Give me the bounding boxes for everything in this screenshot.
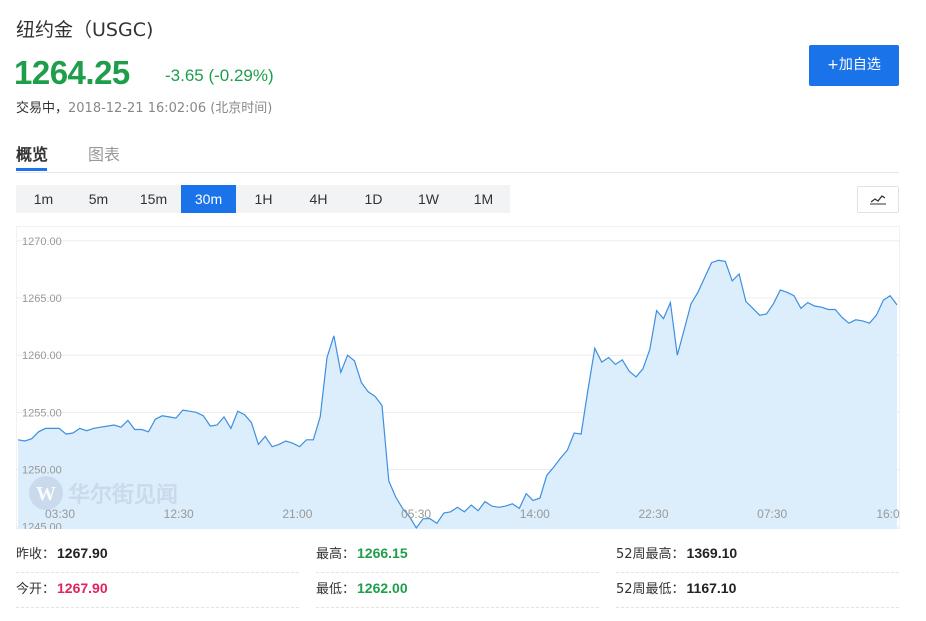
stat-value: 1369.10 [686, 545, 738, 561]
stat-label: 最高： [316, 547, 356, 562]
x-tick-label: 22:30 [638, 507, 668, 521]
stat-value: 1167.10 [686, 580, 737, 596]
stat-value: 1266.15 [357, 545, 408, 561]
period-1h[interactable]: 1H [236, 185, 291, 213]
stat-52w-low: 52周最低： 1167.10 [616, 573, 899, 608]
timestamp: 2018-12-21 16:02:06 (北京时间) [68, 101, 273, 116]
x-tick-label: 12:30 [164, 507, 194, 521]
stat-open: 今开： 1267.90 [16, 573, 299, 608]
line-chart-icon [870, 195, 886, 205]
period-1w[interactable]: 1W [401, 185, 456, 213]
x-tick-label: 05:30 [401, 507, 431, 521]
stat-label: 52周最低： [616, 582, 685, 597]
period-5m[interactable]: 5m [71, 185, 126, 213]
x-tick-label: 07:30 [757, 507, 787, 521]
stat-value: 1267.90 [57, 545, 108, 561]
stat-prev-close: 昨收： 1267.90 [16, 538, 299, 573]
watermark: W 华尔街见闻 [29, 476, 178, 510]
y-tick-label: 1265.00 [22, 293, 62, 305]
stat-high: 最高： 1266.15 [316, 538, 599, 573]
y-tick-label: 1270.00 [22, 236, 62, 248]
active-tab-indicator [16, 168, 47, 171]
tab-bar: 概览 图表 [0, 128, 926, 174]
trading-status: 交易中，2018-12-21 16:02:06 (北京时间) [16, 97, 272, 116]
period-1d[interactable]: 1D [346, 185, 401, 213]
price-chart[interactable]: 1270.00 1265.00 1260.00 1255.00 1250.00 1245.… [16, 226, 900, 529]
y-tick-label: 1255.00 [22, 407, 62, 419]
tab-overview[interactable]: 概览 [16, 141, 48, 165]
x-tick-label: 14:00 [520, 507, 550, 521]
status-label: 交易中， [16, 101, 69, 116]
watermark-logo-icon: W [36, 483, 56, 505]
period-selector: 1m 5m 15m 30m 1H 4H 1D 1W 1M [16, 185, 510, 213]
period-1mo[interactable]: 1M [456, 185, 511, 213]
stat-label: 52周最高： [616, 547, 685, 562]
stat-label: 昨收： [16, 547, 56, 562]
page-title: 纽约金（USGC) [16, 19, 154, 41]
add-watchlist-button[interactable]: +加自选 [809, 45, 899, 86]
stat-52w-high: 52周最高： 1369.10 [616, 538, 899, 573]
period-30m[interactable]: 30m [181, 185, 236, 213]
price-change: -3.65 (-0.29%) [165, 66, 274, 85]
period-15m[interactable]: 15m [126, 185, 181, 213]
stats-panel: 昨收： 1267.90 最高： 1266.15 52周最高： 1369.10 今开： 1… [16, 538, 900, 613]
y-tick-label: 1250.00 [22, 465, 62, 477]
stat-label: 最低： [316, 582, 356, 597]
x-tick-label: 16:0 [876, 507, 900, 521]
stat-value: 1262.00 [357, 580, 408, 596]
stat-label: 今开： [16, 582, 56, 597]
divider [16, 172, 899, 173]
chart-type-button[interactable] [857, 186, 899, 213]
stat-low: 最低： 1262.00 [316, 573, 599, 608]
y-tick-label: 1245.00 [22, 522, 62, 529]
y-tick-label: 1260.00 [22, 350, 62, 362]
stat-value: 1267.90 [57, 580, 108, 596]
x-tick-label: 21:00 [282, 507, 312, 521]
current-price: 1264.25 [14, 54, 130, 91]
period-1m[interactable]: 1m [16, 185, 71, 213]
tab-chart[interactable]: 图表 [88, 141, 120, 165]
watermark-text: 华尔街见闻 [68, 482, 178, 508]
period-4h[interactable]: 4H [291, 185, 346, 213]
